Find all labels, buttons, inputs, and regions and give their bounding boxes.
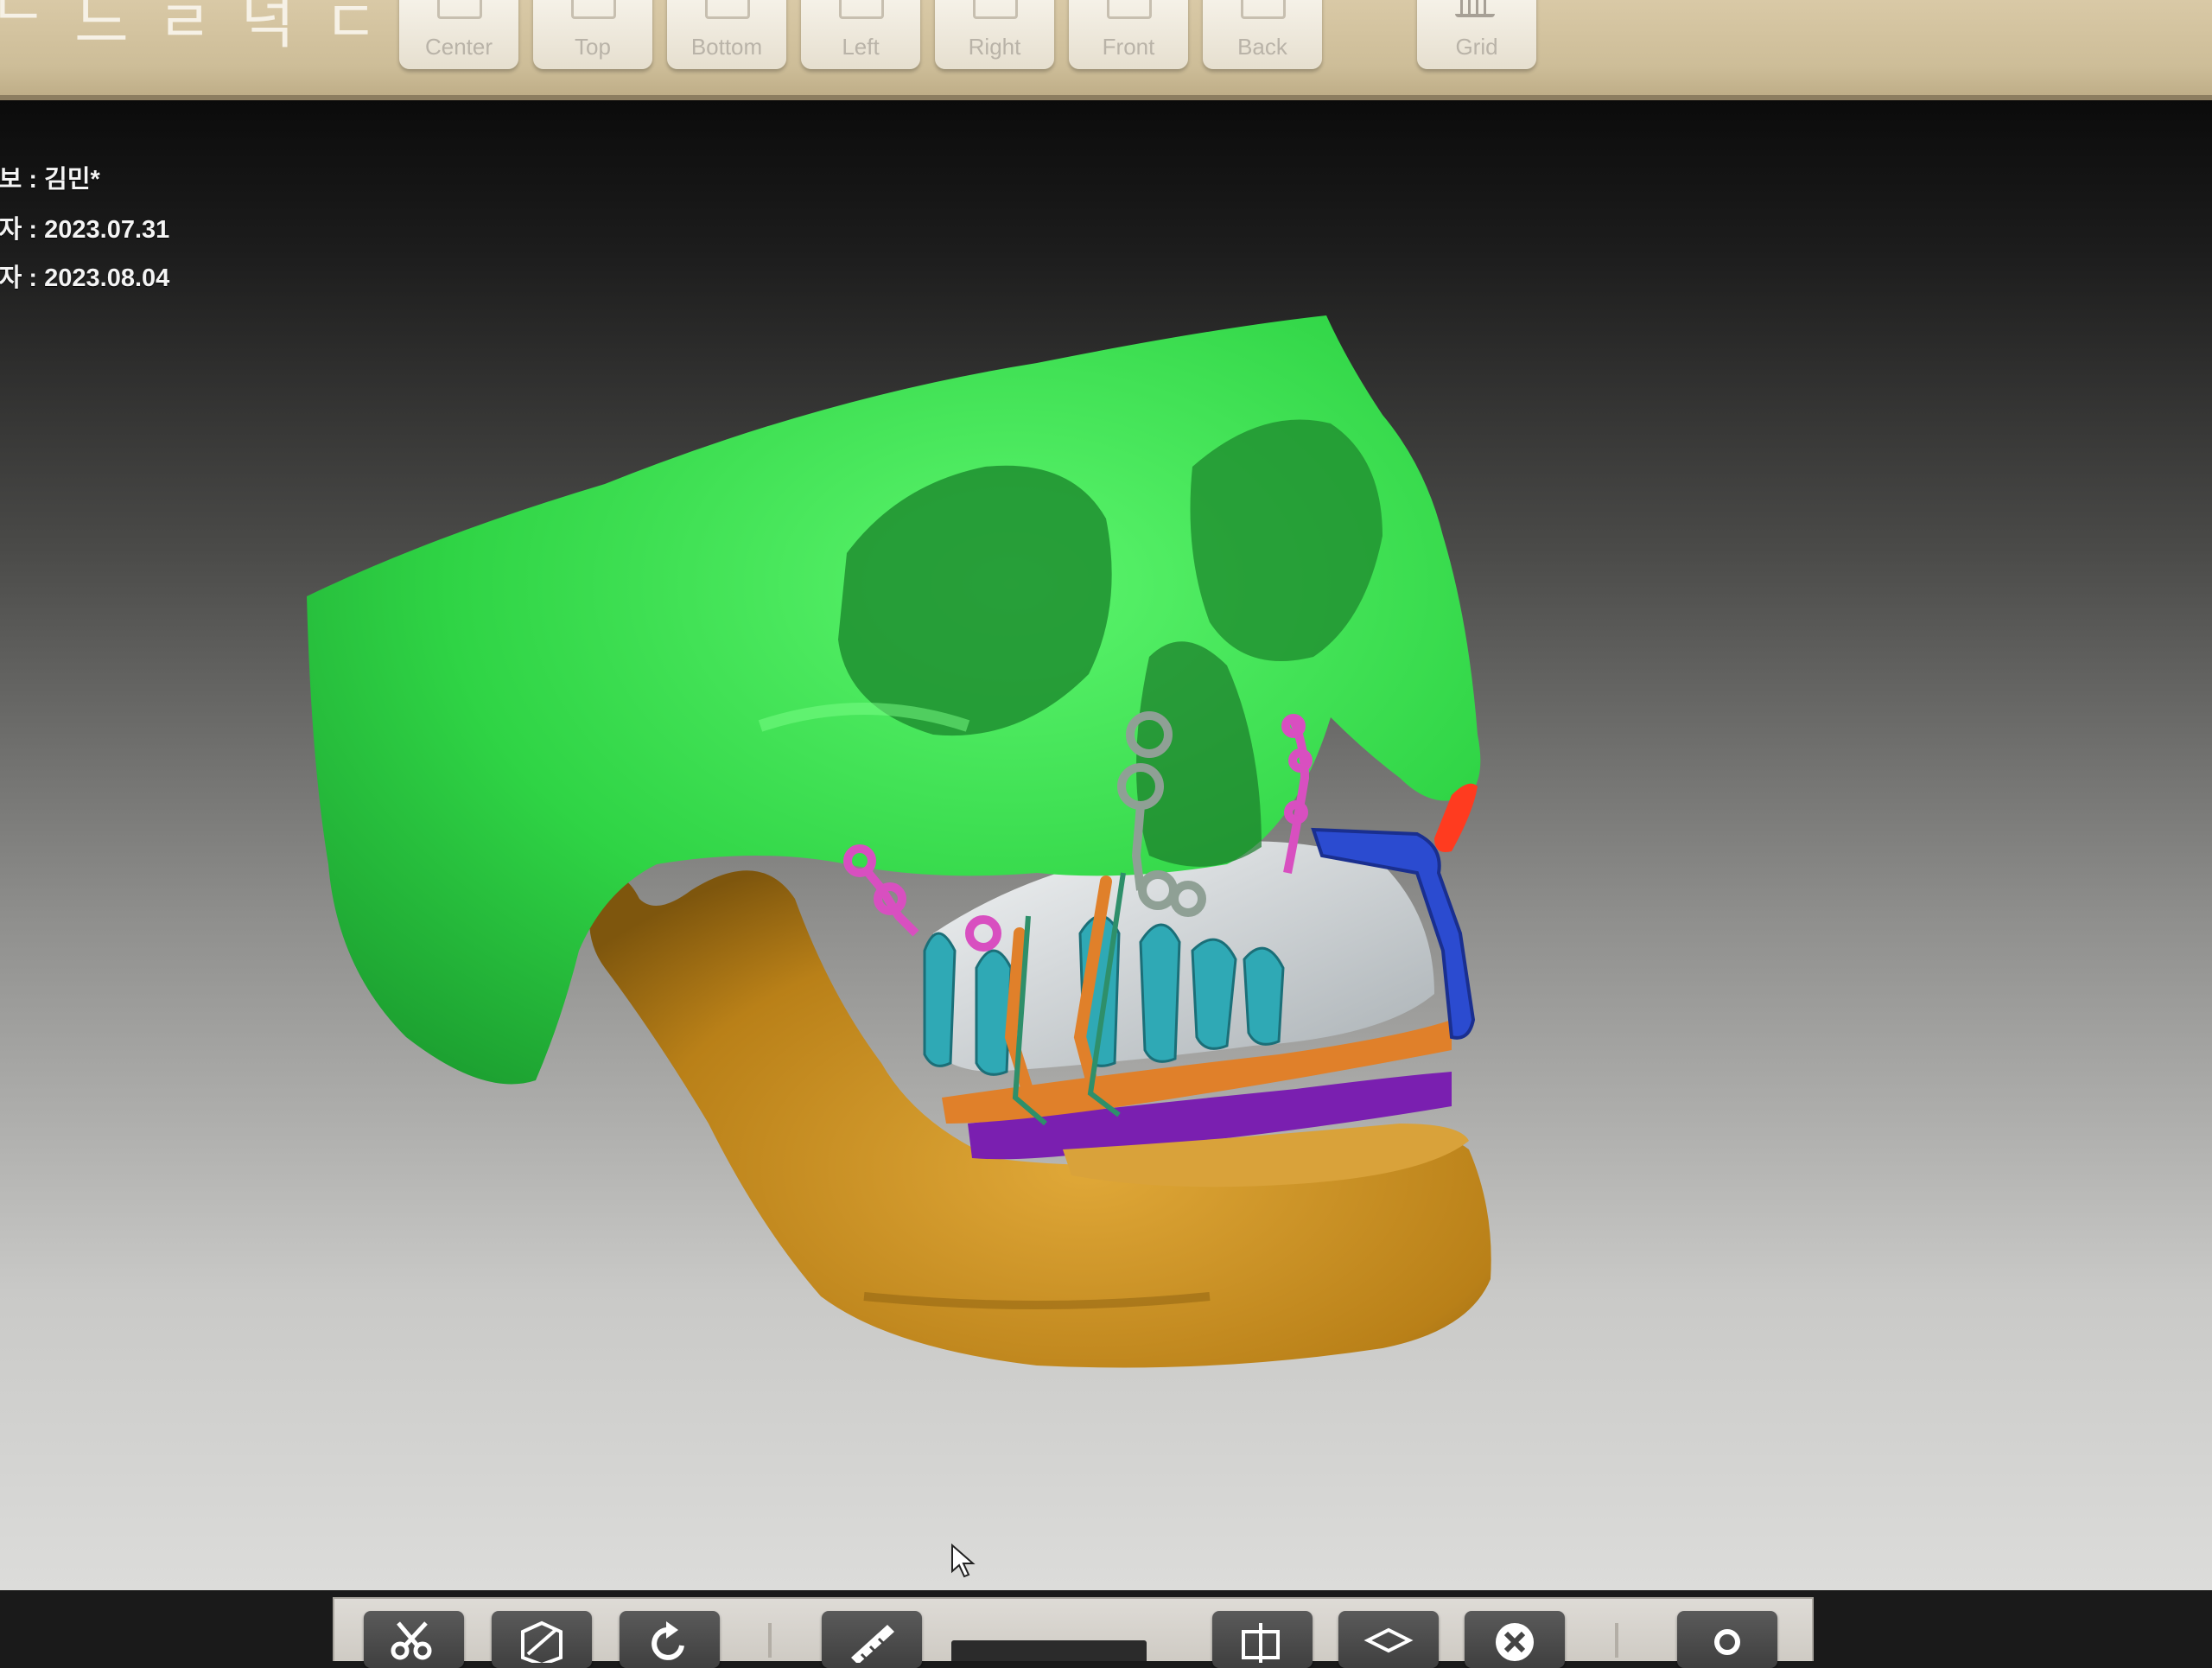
close-tool-button[interactable] [1465,1611,1565,1668]
rotate-icon [652,1621,684,1660]
grid-icon [1455,0,1495,17]
view-button-label: Bottom [690,34,763,60]
rotate-tool-button[interactable] [620,1611,720,1668]
settings-icon [1714,1629,1740,1655]
view-left-button[interactable]: Left [801,0,920,69]
status-slot [951,1640,1147,1661]
app-title: ᄂ 느 ㄹ 넉 ㄷ [0,0,384,57]
grid-button-label: Grid [1455,34,1498,60]
cube-icon [705,0,750,19]
view-button-label: Right [968,34,1021,60]
3d-viewport[interactable]: 정보 : 김민* 일자 : 2023.07.31 일자 : 2023.08.04 [0,100,2212,1590]
top-toolbar: ᄂ 느 ㄹ 넉 ㄷ Center Top Bottom Left Right F… [0,0,2212,100]
grid-toggle-button[interactable]: Grid [1417,0,1536,69]
view-back-button[interactable]: Back [1203,0,1322,69]
layer-icon [1363,1627,1414,1653]
mirror-cube-icon [521,1620,563,1663]
view-right-button[interactable]: Right [935,0,1054,69]
toolbar-divider [768,1623,772,1658]
cube-icon [973,0,1018,19]
view-center-button[interactable]: Center [399,0,518,69]
view-bottom-button[interactable]: Bottom [667,0,786,69]
cube-icon [1107,0,1152,19]
section-icon [1242,1623,1280,1663]
view-button-label: Top [575,34,611,60]
cube-icon [839,0,884,19]
settings-tool-button[interactable] [1677,1611,1777,1668]
view-button-label: Left [842,34,880,60]
view-button-label: Center [424,34,493,60]
measure-tool-button[interactable] [822,1611,922,1668]
layer-tool-button[interactable] [1338,1611,1439,1668]
close-circle-icon [1496,1623,1534,1661]
ruler-icon [851,1625,894,1663]
toolbar-divider [1615,1623,1618,1658]
skull-3d-model[interactable] [0,100,2212,1590]
view-front-button[interactable]: Front [1069,0,1188,69]
cube-icon [437,0,482,19]
bottom-toolbar [333,1597,1814,1668]
mirror-tool-button[interactable] [492,1611,592,1668]
mouse-cursor-icon [951,1544,976,1578]
cube-icon [571,0,616,19]
cube-icon [1241,0,1286,19]
view-top-button[interactable]: Top [533,0,652,69]
section-tool-button[interactable] [1212,1611,1313,1668]
view-button-label: Front [1102,34,1155,60]
view-button-label: Back [1237,34,1287,60]
cut-tool-button[interactable] [364,1611,464,1668]
scissors-icon [391,1621,432,1660]
